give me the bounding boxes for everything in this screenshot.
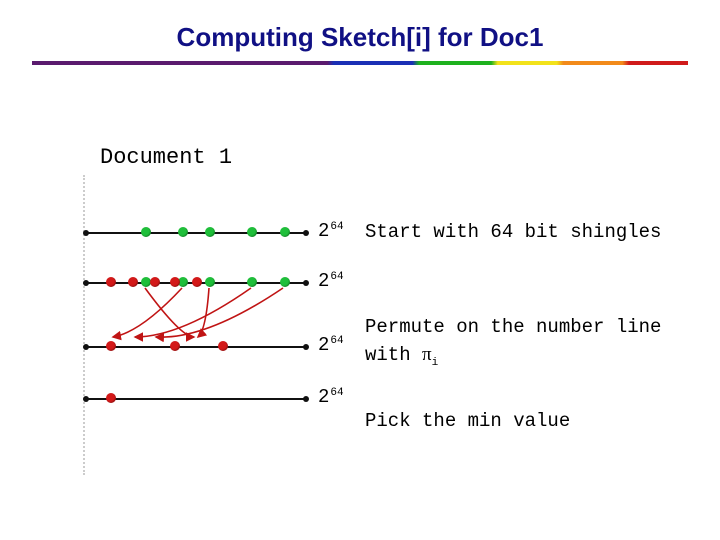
document-label: Document 1	[100, 145, 232, 170]
axis-max-3: 264	[318, 334, 344, 356]
axis-max-4: 264	[318, 386, 344, 408]
number-line-3	[86, 346, 306, 348]
caption-shingles: Start with 64 bit shingles	[365, 221, 661, 243]
axis-max-2: 264	[318, 270, 344, 292]
caption-permute-2: with πi	[365, 344, 438, 369]
caption-pick-min: Pick the min value	[365, 410, 570, 432]
number-line-1	[86, 232, 306, 234]
diagram-stage: Document 1 264 Start with 64 bit shingle…	[0, 0, 720, 540]
number-line-4	[86, 398, 306, 400]
caption-permute-1: Permute on the number line	[365, 316, 661, 338]
vertical-dotted-guide	[83, 175, 85, 475]
permutation-arrows	[86, 282, 306, 352]
axis-max-1: 264	[318, 220, 344, 242]
